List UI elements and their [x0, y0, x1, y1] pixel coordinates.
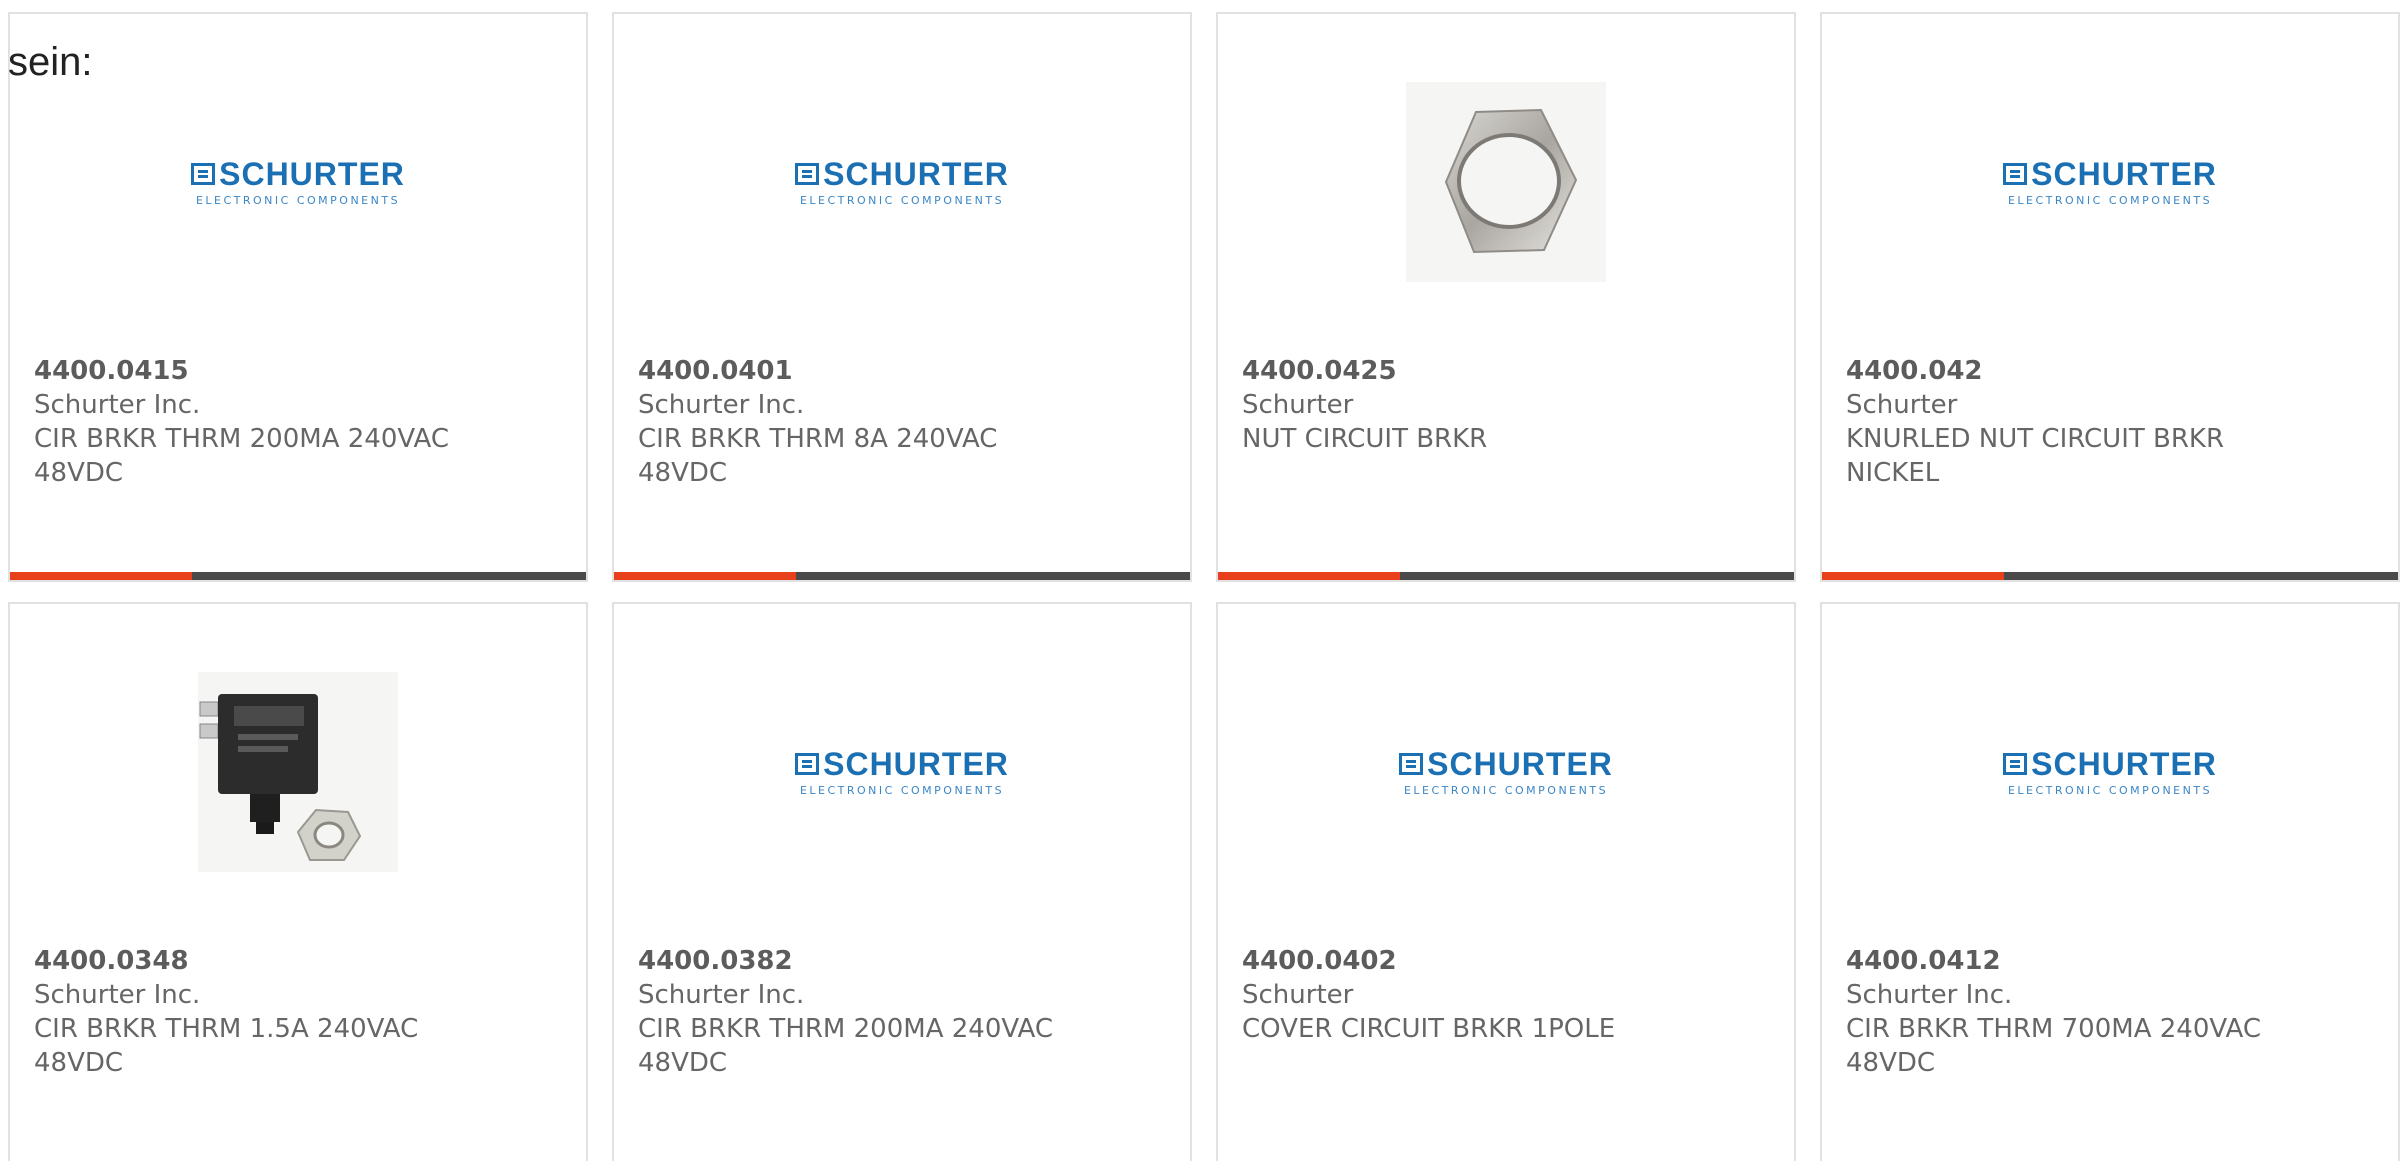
part-number[interactable]: 4400.0402 — [1242, 944, 1770, 978]
schurter-logo-mark-icon — [795, 752, 820, 775]
circuit-breaker-icon — [199, 694, 362, 861]
part-number[interactable]: 4400.0382 — [638, 944, 1166, 978]
description: KNURLED NUT CIRCUIT BRKR — [1846, 424, 2225, 454]
card-bottom-bar — [10, 572, 586, 580]
schurter-logo: SCHURTER ELECTRONIC COMPONENTS — [191, 158, 405, 207]
card-bar-accent — [1822, 572, 2004, 580]
description: CIR BRKR THRM 8A 240VAC — [638, 424, 998, 454]
manufacturer: Schurter Inc. — [638, 390, 805, 420]
schurter-logo: SCHURTER ELECTRONIC COMPONENTS — [795, 158, 1009, 207]
description: COVER CIRCUIT BRKR 1POLE — [1242, 1014, 1616, 1044]
part-number[interactable]: 4400.0348 — [34, 944, 562, 978]
part-number[interactable]: 4400.0425 — [1242, 354, 1770, 388]
hex-nut-icon — [1444, 108, 1578, 254]
part-number[interactable]: 4400.0401 — [638, 354, 1166, 388]
manufacturer: Schurter Inc. — [638, 980, 805, 1010]
product-image[interactable]: SCHURTER ELECTRONIC COMPONENTS — [1822, 82, 2398, 282]
logo-word: SCHURTER — [823, 745, 1009, 782]
manufacturer: Schurter Inc. — [34, 980, 201, 1010]
part-number[interactable]: 4400.042 — [1846, 354, 2374, 388]
product-card[interactable]: SCHURTER ELECTRONIC COMPONENTS 4400.0401… — [612, 12, 1192, 582]
product-card[interactable]: 4400.0425 Schurter NUT CIRCUIT BRKR — [1216, 12, 1796, 582]
description: NUT CIRCUIT BRKR — [1242, 424, 1488, 454]
circuit-breaker-photo — [198, 672, 398, 872]
manufacturer: Schurter — [1242, 980, 1354, 1010]
product-image[interactable]: SCHURTER ELECTRONIC COMPONENTS — [10, 82, 586, 282]
part-number[interactable]: 4400.0412 — [1846, 944, 2374, 978]
product-card[interactable]: SCHURTER ELECTRONIC COMPONENTS 4400.0402… — [1216, 602, 1796, 1161]
logo-word: SCHURTER — [823, 155, 1009, 192]
schurter-logo: SCHURTER ELECTRONIC COMPONENTS — [2003, 158, 2217, 207]
product-image[interactable]: SCHURTER ELECTRONIC COMPONENTS — [1218, 672, 1794, 872]
description-cont: 48VDC — [1846, 1048, 1936, 1078]
card-bottom-bar — [1822, 572, 2398, 580]
card-bar-accent — [10, 572, 192, 580]
schurter-logo: SCHURTER ELECTRONIC COMPONENTS — [1399, 748, 1613, 797]
logo-word: SCHURTER — [2031, 745, 2217, 782]
description: CIR BRKR THRM 1.5A 240VAC — [34, 1014, 419, 1044]
product-card[interactable]: SCHURTER ELECTRONIC COMPONENTS 4400.0415… — [8, 12, 588, 582]
product-card[interactable]: 4400.0348 Schurter Inc. CIR BRKR THRM 1.… — [8, 602, 588, 1161]
logo-subtitle: ELECTRONIC COMPONENTS — [2007, 783, 2213, 797]
card-bottom-bar — [1218, 572, 1794, 580]
product-image[interactable]: SCHURTER ELECTRONIC COMPONENTS — [614, 82, 1190, 282]
logo-subtitle: ELECTRONIC COMPONENTS — [1403, 783, 1609, 797]
description-cont: 48VDC — [638, 1048, 728, 1078]
product-image[interactable]: SCHURTER ELECTRONIC COMPONENTS — [614, 672, 1190, 872]
schurter-logo-mark-icon — [191, 162, 216, 185]
manufacturer: Schurter Inc. — [34, 390, 201, 420]
product-card[interactable]: SCHURTER ELECTRONIC COMPONENTS 4400.042 … — [1820, 12, 2400, 582]
manufacturer: Schurter Inc. — [1846, 980, 2013, 1010]
manufacturer: Schurter — [1242, 390, 1354, 420]
card-bottom-bar — [614, 572, 1190, 580]
product-grid-page: sein: SCHURTER ELECTRONIC COMPONENTS 440… — [0, 0, 2400, 1161]
product-grid: SCHURTER ELECTRONIC COMPONENTS 4400.0415… — [8, 12, 2400, 1161]
description-cont: 48VDC — [638, 458, 728, 488]
schurter-logo-mark-icon — [2003, 752, 2028, 775]
part-number[interactable]: 4400.0415 — [34, 354, 562, 388]
card-bar-accent — [614, 572, 796, 580]
product-image[interactable] — [1218, 82, 1794, 282]
description-cont: 48VDC — [34, 1048, 124, 1078]
schurter-logo: SCHURTER ELECTRONIC COMPONENTS — [2003, 748, 2217, 797]
product-image[interactable]: SCHURTER ELECTRONIC COMPONENTS — [1822, 672, 2398, 872]
logo-subtitle: ELECTRONIC COMPONENTS — [799, 783, 1005, 797]
schurter-logo-mark-icon — [1399, 752, 1424, 775]
manufacturer: Schurter — [1846, 390, 1958, 420]
description: CIR BRKR THRM 200MA 240VAC — [34, 424, 449, 454]
logo-word: SCHURTER — [2031, 155, 2217, 192]
schurter-logo-mark-icon — [2003, 162, 2028, 185]
logo-subtitle: ELECTRONIC COMPONENTS — [195, 193, 401, 207]
lead-text: sein: — [8, 40, 93, 84]
schurter-logo: SCHURTER ELECTRONIC COMPONENTS — [795, 748, 1009, 797]
logo-word: SCHURTER — [219, 155, 405, 192]
product-image[interactable] — [10, 672, 586, 872]
logo-subtitle: ELECTRONIC COMPONENTS — [799, 193, 1005, 207]
hex-nut-photo — [1406, 82, 1606, 282]
description-cont: 48VDC — [34, 458, 124, 488]
product-card[interactable]: SCHURTER ELECTRONIC COMPONENTS 4400.0382… — [612, 602, 1192, 1161]
description: CIR BRKR THRM 700MA 240VAC — [1846, 1014, 2261, 1044]
schurter-logo-mark-icon — [795, 162, 820, 185]
description-cont: NICKEL — [1846, 458, 1940, 488]
logo-word: SCHURTER — [1427, 745, 1613, 782]
card-bar-accent — [1218, 572, 1400, 580]
logo-subtitle: ELECTRONIC COMPONENTS — [2007, 193, 2213, 207]
product-card[interactable]: SCHURTER ELECTRONIC COMPONENTS 4400.0412… — [1820, 602, 2400, 1161]
description: CIR BRKR THRM 200MA 240VAC — [638, 1014, 1053, 1044]
